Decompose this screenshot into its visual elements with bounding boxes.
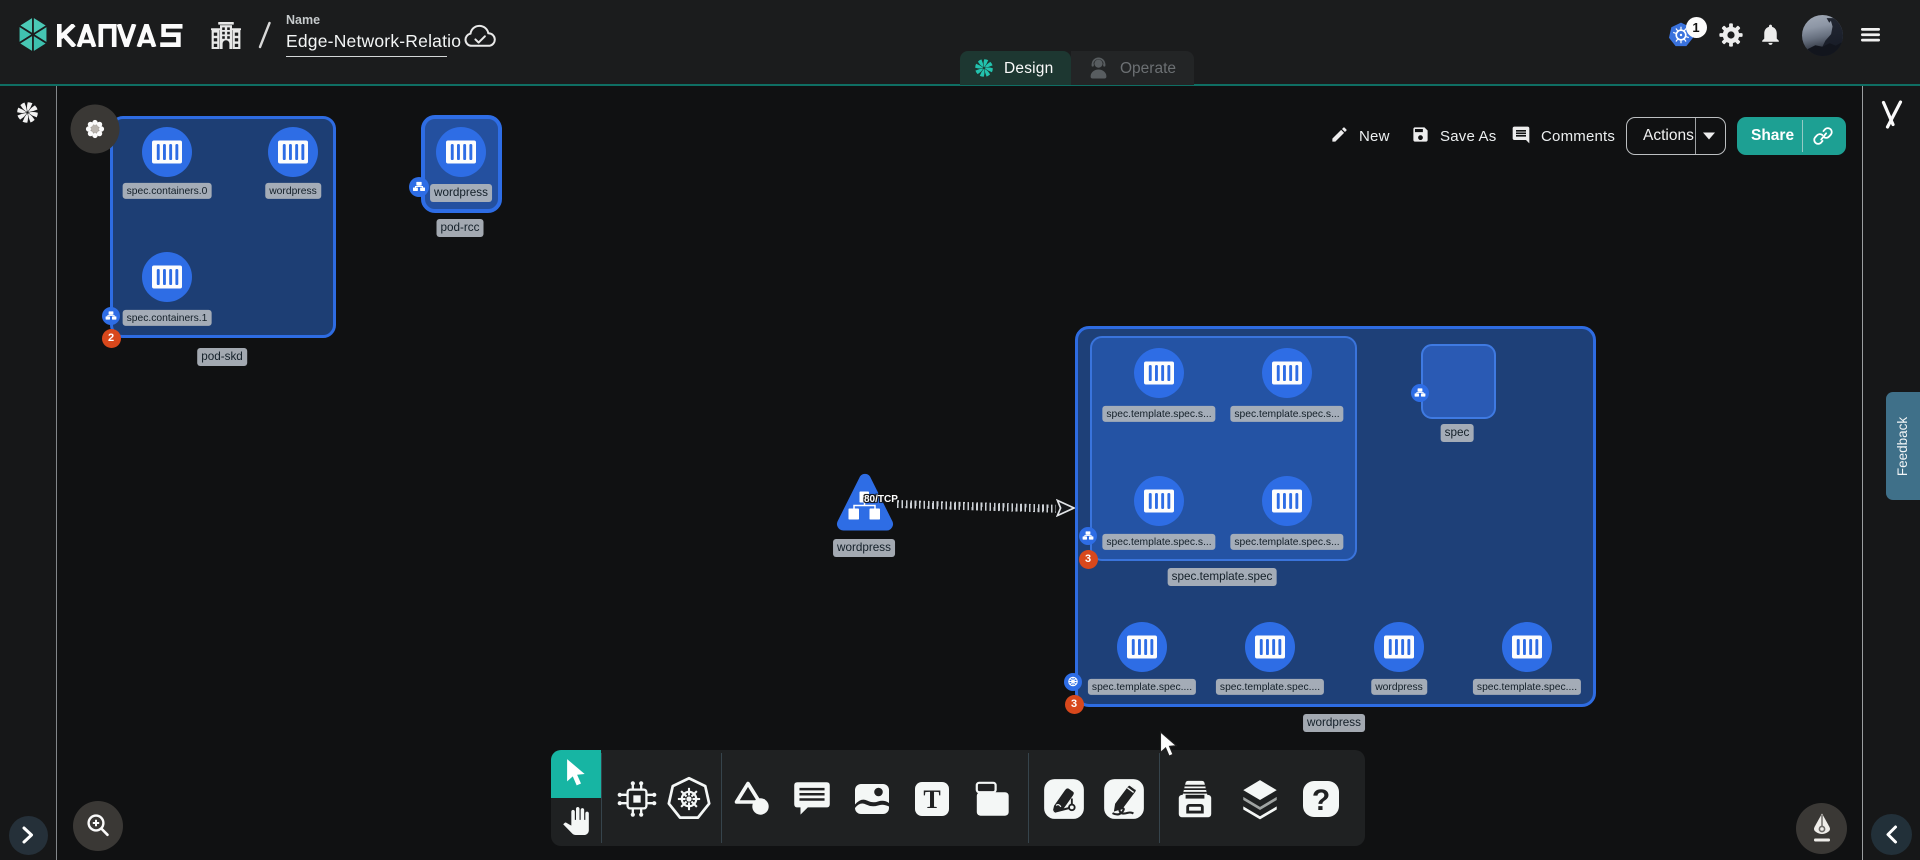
svg-text:T: T xyxy=(923,785,940,814)
svg-text:?: ? xyxy=(1312,784,1330,817)
